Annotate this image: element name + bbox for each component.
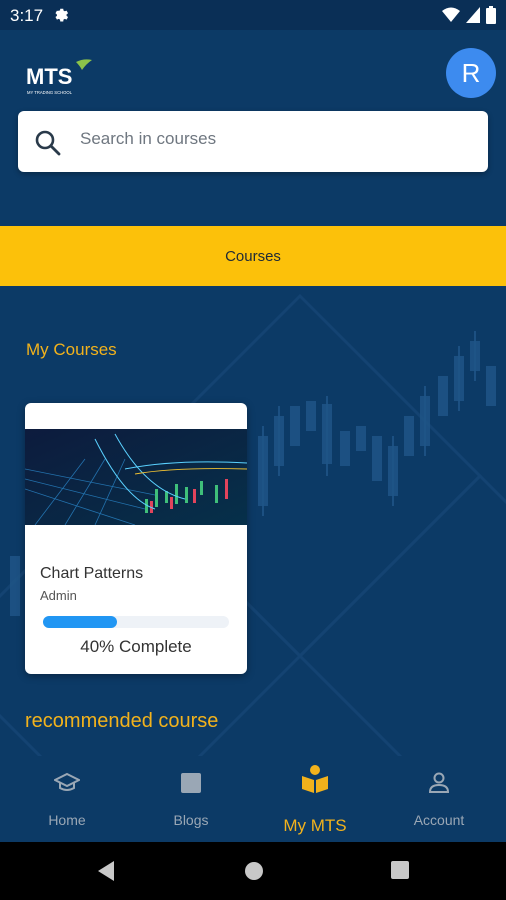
- search-icon: [35, 130, 61, 156]
- app-screen: 3:17 MTS MY TRADING SCHOOL R Search in c…: [0, 0, 506, 900]
- settings-gear-icon: [55, 8, 69, 22]
- status-time: 3:17: [10, 6, 44, 25]
- nav-item-account[interactable]: Account: [376, 756, 502, 842]
- avatar-initial: R: [461, 57, 481, 88]
- signal-icon: [466, 7, 480, 23]
- courses-tab-bar[interactable]: Courses: [0, 226, 506, 286]
- nav-item-home[interactable]: Home: [4, 756, 130, 842]
- course-progress-fill: [43, 616, 118, 628]
- person-icon: [428, 772, 450, 793]
- nav-label-my-mts: My MTS: [283, 816, 347, 835]
- nav-item-my-mts[interactable]: My MTS: [252, 756, 378, 842]
- recommended-course-title: recommended course: [25, 710, 219, 732]
- system-navigation-bar: [0, 842, 506, 900]
- course-thumbnail: [25, 429, 247, 525]
- nav-label-home: Home: [48, 812, 86, 828]
- course-progress-bar: [43, 616, 229, 628]
- mts-logo: MTS MY TRADING SCHOOL: [26, 59, 92, 95]
- home-circle-icon[interactable]: [243, 860, 265, 882]
- back-triangle-icon[interactable]: [96, 860, 116, 882]
- recents-square-icon[interactable]: [390, 860, 410, 880]
- course-author: Admin: [40, 588, 77, 603]
- search-box[interactable]: [18, 111, 488, 172]
- logo-subtitle: MY TRADING SCHOOL: [27, 90, 73, 95]
- status-icons: [442, 6, 496, 24]
- nav-label-account: Account: [413, 812, 465, 828]
- bottom-navigation: Home Blogs My MTS Account: [0, 756, 506, 842]
- square-icon: [181, 773, 201, 793]
- course-progress-text: 40% Complete: [80, 637, 192, 656]
- nav-item-blogs[interactable]: Blogs: [128, 756, 254, 842]
- courses-tab-label: Courses: [225, 247, 281, 265]
- graduation-cap-icon: [54, 772, 80, 791]
- leaf-icon: [76, 59, 92, 70]
- battery-icon: [486, 6, 496, 24]
- logo-text: MTS: [26, 64, 72, 89]
- wifi-icon: [442, 7, 460, 22]
- open-book-icon: [302, 765, 328, 793]
- course-card[interactable]: Chart Patterns Admin 40% Complete: [25, 403, 247, 674]
- search-input[interactable]: [78, 125, 472, 153]
- user-avatar[interactable]: R: [446, 48, 496, 98]
- nav-label-blogs: Blogs: [173, 812, 209, 828]
- course-title: Chart Patterns: [40, 565, 144, 582]
- my-courses-title: My Courses: [26, 340, 117, 359]
- status-bar: 3:17: [0, 0, 506, 30]
